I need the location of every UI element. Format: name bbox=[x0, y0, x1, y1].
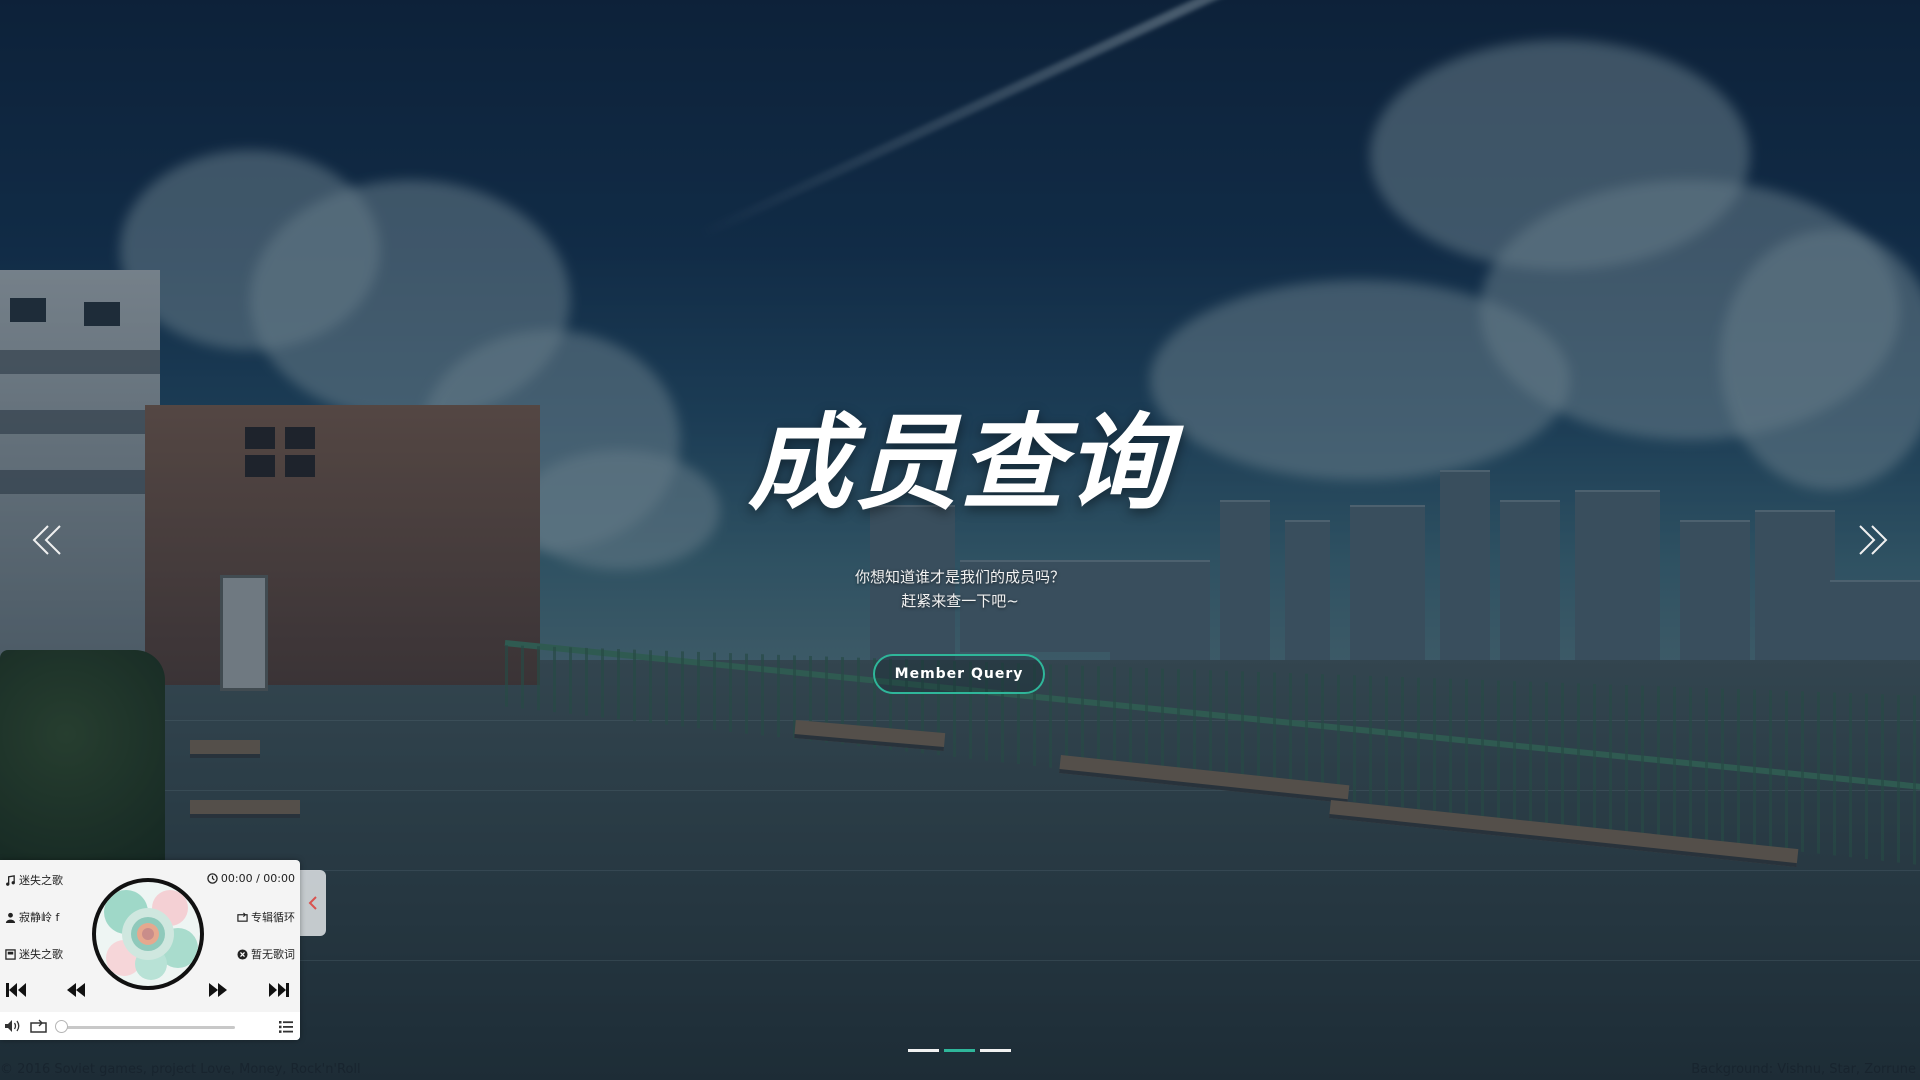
volume-icon bbox=[5, 1020, 20, 1032]
time-row: 00:00 / 00:00 bbox=[207, 872, 295, 885]
skip-forward-icon bbox=[269, 983, 289, 997]
volume-button[interactable] bbox=[4, 1018, 22, 1037]
chevron-left-icon bbox=[308, 896, 317, 910]
clock-icon bbox=[207, 873, 218, 884]
album-icon bbox=[5, 948, 16, 960]
subtitle-prompt: 赶紧来查一下吧~ bbox=[901, 592, 1019, 610]
chevron-double-right-icon bbox=[1859, 525, 1888, 555]
page-title: 成员查询 bbox=[747, 402, 1172, 524]
list-icon bbox=[279, 1021, 293, 1033]
carousel-indicators bbox=[908, 1049, 1011, 1052]
previous-track-button[interactable] bbox=[4, 980, 28, 1004]
member-query-button[interactable]: Member Query bbox=[873, 654, 1045, 694]
repeat-icon bbox=[237, 912, 248, 922]
player-toggle-tab[interactable] bbox=[300, 870, 326, 936]
loop-mode-button[interactable]: 专辑循环 bbox=[237, 909, 295, 925]
user-icon bbox=[5, 912, 16, 923]
no-lyrics-icon bbox=[237, 948, 248, 960]
carousel-indicator-active[interactable] bbox=[944, 1049, 975, 1052]
carousel-next-button[interactable] bbox=[1852, 520, 1892, 560]
fast-forward-button[interactable] bbox=[206, 980, 230, 1004]
subtitle-question: 你想知道谁才是我们的成员吗？ bbox=[854, 568, 1065, 586]
play-mode-button[interactable] bbox=[30, 1018, 48, 1037]
carousel-prev-button[interactable] bbox=[28, 520, 68, 560]
artist-row: 寂静岭 f bbox=[5, 909, 59, 925]
music-note-icon bbox=[6, 874, 15, 886]
fast-forward-icon bbox=[209, 983, 227, 997]
footer-credits: Background: Vishnu, Star, Zorrune bbox=[1691, 1062, 1916, 1077]
skip-back-icon bbox=[6, 983, 26, 997]
album-cover-disc[interactable] bbox=[92, 878, 204, 990]
progress-knob[interactable] bbox=[55, 1020, 68, 1033]
song-row: 迷失之歌 bbox=[5, 872, 63, 888]
next-track-button[interactable] bbox=[267, 980, 291, 1004]
lyrics-row: 暂无歌词 bbox=[237, 946, 295, 962]
playlist-button[interactable] bbox=[278, 1019, 294, 1038]
loop-icon bbox=[30, 1019, 47, 1033]
music-player: 迷失之歌 寂静岭 f 迷失之歌 00:00 / 00:00 专辑循环 暂无歌词 bbox=[0, 860, 300, 1040]
footer-copyright: © 2016 Soviet games, project Love, Money… bbox=[0, 1062, 361, 1077]
carousel-indicator[interactable] bbox=[980, 1049, 1011, 1052]
rewind-icon bbox=[67, 983, 85, 997]
time-display: 00:00 / 00:00 bbox=[220, 872, 295, 885]
progress-track[interactable] bbox=[60, 1026, 235, 1029]
artist-name: 寂静岭 f bbox=[19, 911, 60, 924]
song-title: 迷失之歌 bbox=[19, 874, 63, 887]
lyrics-status: 暂无歌词 bbox=[251, 948, 295, 961]
album-art bbox=[104, 890, 198, 980]
carousel-indicator[interactable] bbox=[908, 1049, 939, 1052]
album-row: 迷失之歌 bbox=[5, 946, 63, 962]
loop-mode-label: 专辑循环 bbox=[251, 911, 295, 924]
album-name: 迷失之歌 bbox=[19, 948, 63, 961]
rewind-button[interactable] bbox=[64, 980, 88, 1004]
chevron-double-left-icon bbox=[32, 525, 61, 555]
